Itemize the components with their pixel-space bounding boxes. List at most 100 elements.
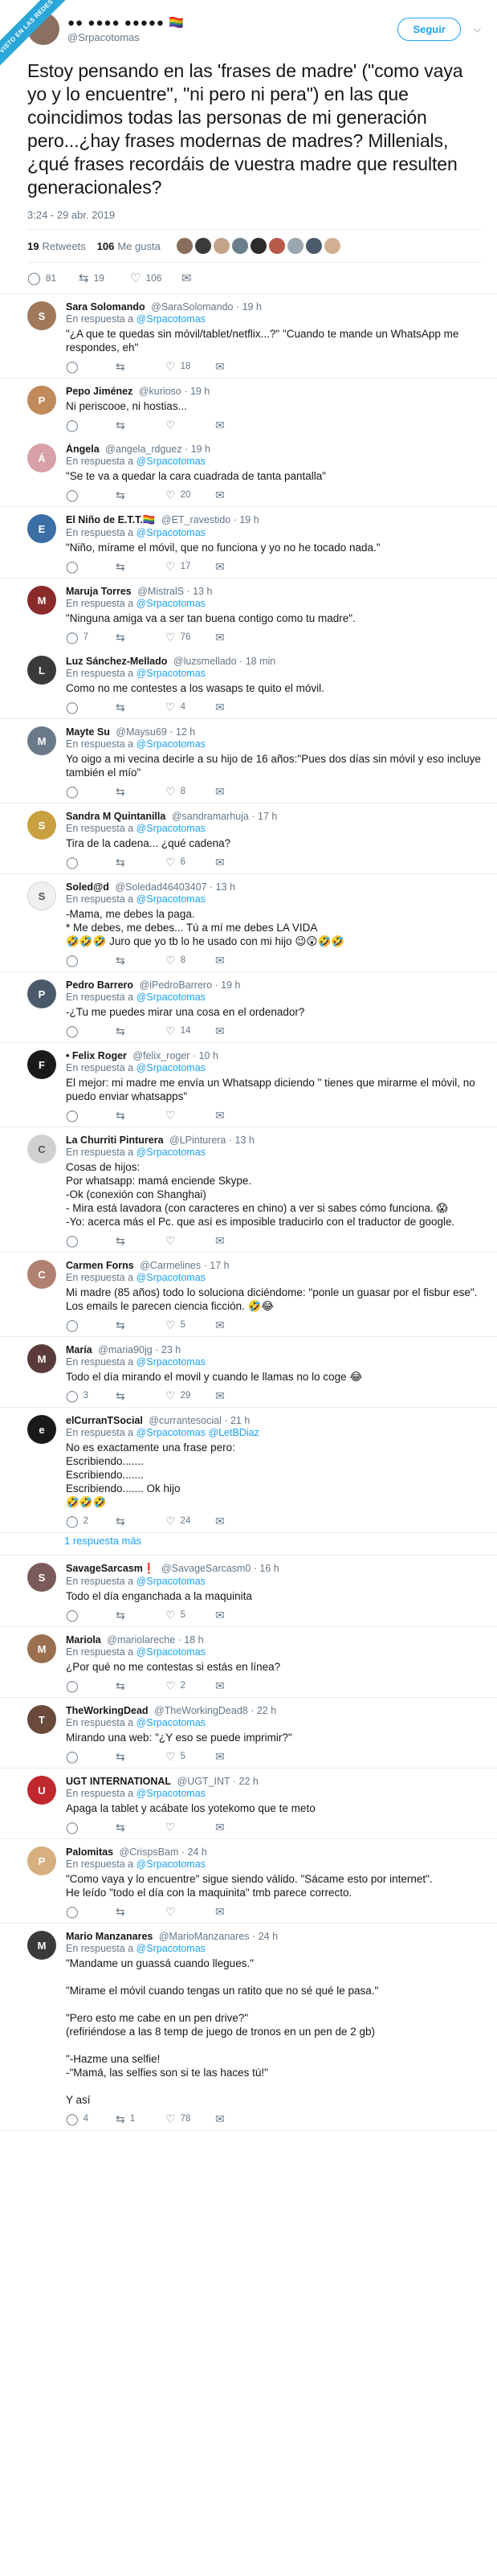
reply-mention[interactable]: @Srpacotomas (136, 1356, 206, 1368)
retweets-stat[interactable]: 19 Retweets (27, 240, 86, 252)
author-handle-time[interactable]: @mariolareche · 18 h (107, 1634, 203, 1646)
author-handle-time[interactable]: @ET_ravestido · 19 h (161, 514, 259, 525)
retweet-button[interactable]: ⇆ (116, 954, 165, 967)
liker-avatar[interactable] (268, 238, 285, 254)
like-button[interactable]: ♡ 24 (165, 1515, 215, 1528)
liker-avatar[interactable] (176, 238, 193, 254)
reply-button[interactable]: ◯ (66, 1821, 116, 1834)
tweet-timestamp[interactable]: 3:24 - 29 abr. 2019 (27, 209, 481, 221)
reply-tweet[interactable]: M Mariola @mariolareche · 18 h En respue… (0, 1627, 497, 1698)
author-name[interactable]: elCurranTSocial (66, 1415, 143, 1426)
author-name[interactable]: El Niño de E.T.T.🏳️‍🌈 (66, 514, 155, 525)
avatar[interactable]: M (27, 1344, 56, 1373)
author-name[interactable]: Sandra M Quintanilla (66, 811, 165, 822)
like-button[interactable]: ♡ 18 (165, 360, 215, 374)
retweet-button[interactable]: ⇆ (116, 631, 165, 644)
reply-mention[interactable]: @Srpacotomas (136, 1788, 206, 1799)
reply-tweet[interactable]: T TheWorkingDead @TheWorkingDead8 · 22 h… (0, 1698, 497, 1768)
like-button[interactable]: ♡ (165, 1234, 215, 1248)
reply-mention[interactable]: @Srpacotomas (136, 1147, 206, 1158)
mail-button[interactable]: ✉ (215, 1679, 265, 1693)
reply-button[interactable]: ◯ (66, 1234, 116, 1248)
author-name[interactable]: Ángela (66, 444, 100, 455)
like-button[interactable]: ♡ (165, 1905, 215, 1919)
follow-button[interactable]: Seguir (397, 17, 461, 41)
author-name[interactable]: Mario Manzanares (66, 1931, 153, 1942)
retweet-button[interactable]: ⇆ (116, 489, 165, 502)
reply-tweet[interactable]: S Soled@d @Soledad46403407 · 13 h En res… (0, 874, 497, 972)
reply-button[interactable]: ◯ (66, 1750, 116, 1764)
mail-button[interactable]: ✉ (181, 271, 233, 285)
reply-button[interactable]: ◯ 3 (66, 1389, 116, 1403)
author-handle-time[interactable]: @Maysu69 · 12 h (116, 726, 195, 738)
reply-button[interactable]: ◯ (66, 1109, 116, 1122)
reply-tweet[interactable]: C La Churriti Pinturera @LPinturera · 13… (0, 1127, 497, 1253)
retweet-button[interactable]: ⇆ (116, 360, 165, 374)
like-button[interactable]: ♡ 20 (165, 489, 215, 502)
author-handle-time[interactable]: @maria90jg · 23 h (98, 1344, 181, 1355)
author-handle-time[interactable]: @iPedroBarrero · 19 h (140, 979, 241, 991)
mail-button[interactable]: ✉ (215, 2112, 265, 2126)
avatar[interactable]: C (27, 1135, 56, 1163)
reply-button[interactable]: ◯ (66, 1319, 116, 1332)
reply-button[interactable]: ◯ (66, 1024, 116, 1038)
reply-button[interactable]: ◯ (66, 785, 116, 799)
reply-mention[interactable]: @Srpacotomas (136, 738, 206, 750)
mail-button[interactable]: ✉ (215, 419, 265, 432)
reply-tweet[interactable]: M Maruja Torres @MistralS · 13 h En resp… (0, 579, 497, 648)
author-handle-time[interactable]: @felix_roger · 10 h (132, 1050, 218, 1061)
author-name[interactable]: Pedro Barrero (66, 979, 133, 991)
avatar[interactable]: e (27, 1415, 56, 1444)
author-name[interactable]: Soled@d (66, 881, 109, 893)
author-name[interactable]: SavageSarcasm❗ (66, 1563, 155, 1574)
mail-button[interactable]: ✉ (215, 1750, 265, 1764)
reply-button[interactable]: ◯ (66, 954, 116, 967)
mail-button[interactable]: ✉ (215, 1024, 265, 1038)
reply-tweet[interactable]: C Carmen Forns @Carmelines · 17 h En res… (0, 1253, 497, 1337)
author-name[interactable]: ●● ●●●● ●●●●● 🏳️‍🌈 (67, 15, 397, 30)
reply-mention[interactable]: @Srpacotomas (136, 1943, 206, 1954)
retweet-button[interactable]: ⇆ (116, 1609, 165, 1622)
retweet-button[interactable]: ⇆ (116, 1024, 165, 1038)
like-button[interactable]: ♡ 4 (165, 701, 215, 714)
likes-stat[interactable]: 106 Me gusta (97, 240, 161, 252)
reply-button[interactable]: ◯ (66, 1609, 116, 1622)
like-button[interactable]: ♡ 5 (165, 1609, 215, 1622)
author-handle-time[interactable]: @angela_rdguez · 19 h (105, 444, 210, 455)
liker-avatars[interactable] (176, 238, 343, 254)
author-name[interactable]: María (66, 1344, 92, 1355)
reply-button[interactable]: ◯ 81 (27, 271, 79, 285)
reply-button[interactable]: ◯ 2 (66, 1515, 116, 1528)
mail-button[interactable]: ✉ (215, 1319, 265, 1332)
reply-mention[interactable]: @Srpacotomas (136, 1062, 206, 1073)
avatar[interactable]: M (27, 586, 56, 615)
like-button[interactable]: ♡ (165, 419, 215, 432)
reply-button[interactable]: ◯ (66, 856, 116, 869)
author-name[interactable]: Mayte Su (66, 726, 110, 738)
like-button[interactable]: ♡ 106 (130, 271, 181, 285)
retweet-button[interactable]: ⇆ (116, 1905, 165, 1919)
author-handle-time[interactable]: @Soledad46403407 · 13 h (115, 881, 235, 893)
author-handle-time[interactable]: @Carmelines · 17 h (140, 1260, 229, 1271)
like-button[interactable]: ♡ 29 (165, 1389, 215, 1403)
reply-tweet[interactable]: M Mayte Su @Maysu69 · 12 h En respuesta … (0, 719, 497, 803)
reply-tweet[interactable]: M María @maria90jg · 23 h En respuesta a… (0, 1337, 497, 1408)
retweet-button[interactable]: ⇆ (116, 1750, 165, 1764)
avatar[interactable]: U (27, 1776, 56, 1805)
reply-mention[interactable]: @Srpacotomas (136, 456, 206, 467)
avatar[interactable]: E (27, 514, 56, 543)
reply-mention[interactable]: @Srpacotomas (136, 1646, 206, 1658)
mail-button[interactable]: ✉ (215, 1109, 265, 1122)
author-handle-time[interactable]: @sandramarhuja · 17 h (172, 811, 278, 822)
avatar[interactable]: P (27, 979, 56, 1008)
reply-button[interactable]: ◯ (66, 560, 116, 574)
retweet-button[interactable]: ⇆ (116, 701, 165, 714)
retweet-button[interactable]: ⇆ (116, 1515, 165, 1528)
liker-avatar[interactable] (324, 238, 340, 254)
like-button[interactable]: ♡ (165, 1109, 215, 1122)
reply-button[interactable]: ◯ (66, 1905, 116, 1919)
reply-tweet[interactable]: U UGT INTERNATIONAL @UGT_INT · 22 h En r… (0, 1768, 497, 1839)
like-button[interactable]: ♡ (165, 1821, 215, 1834)
avatar[interactable]: P (27, 1846, 56, 1875)
avatar[interactable]: S (27, 1563, 56, 1592)
